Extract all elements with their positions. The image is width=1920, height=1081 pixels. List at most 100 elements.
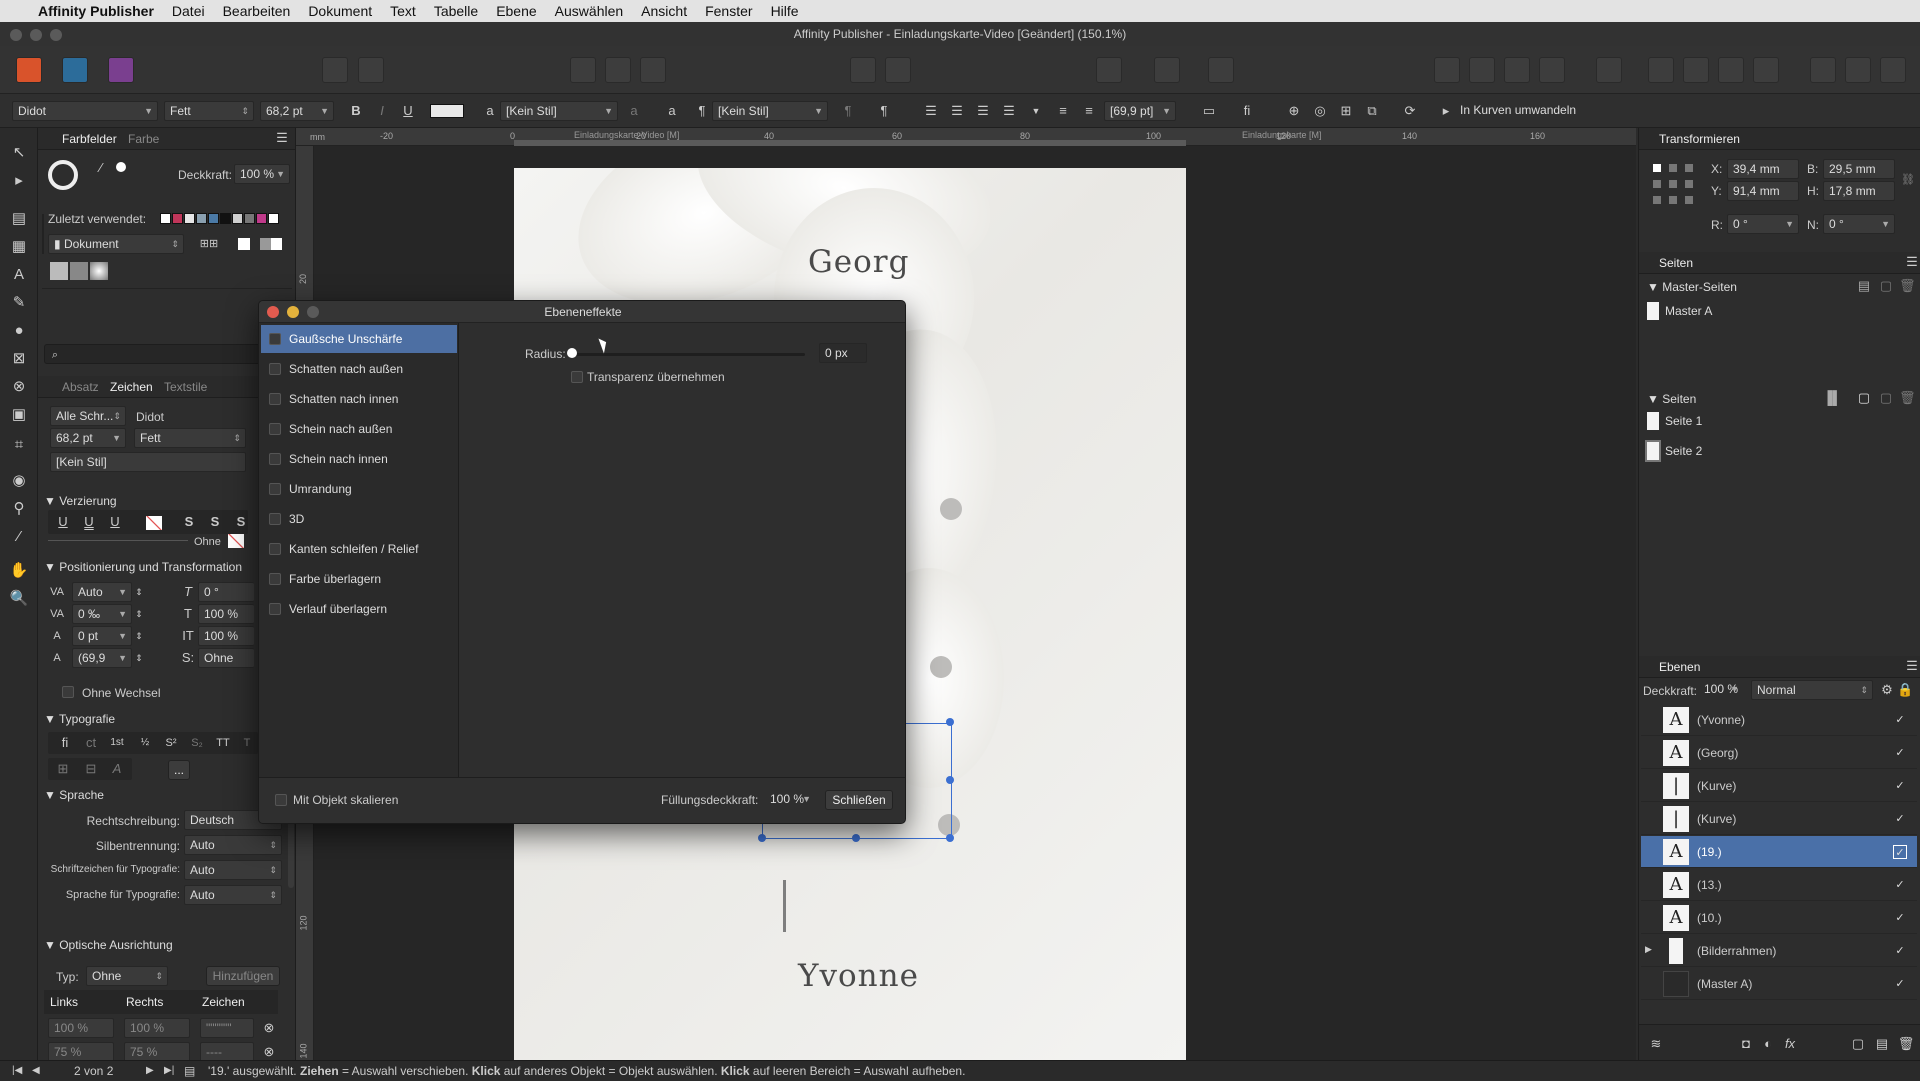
arrange-icon[interactable]: ⧉ xyxy=(1362,101,1382,121)
recent-swatch[interactable] xyxy=(220,213,231,224)
character-style-select[interactable]: [Kein Stil] ▼ xyxy=(500,101,618,121)
swap-colors-icon[interactable] xyxy=(260,238,282,250)
effect-item[interactable]: Farbe überlagern xyxy=(261,565,457,593)
radius-field[interactable]: 0 px xyxy=(819,343,867,363)
layers-panel-header[interactable]: Ebenen xyxy=(1639,656,1920,678)
menu-bearbeiten[interactable]: Bearbeiten xyxy=(214,3,300,19)
strikethrough-color-icon[interactable]: S xyxy=(232,512,250,532)
add-optical-button[interactable]: Hinzufügen xyxy=(206,966,280,986)
rotation-field[interactable]: 0 ° ▼ xyxy=(1727,214,1799,234)
tracking-field[interactable]: 0 ‰ ▼ xyxy=(72,604,132,624)
radius-slider-track[interactable] xyxy=(571,353,805,356)
effect-checkbox[interactable] xyxy=(269,603,281,615)
height-field[interactable]: 17,8 mm xyxy=(1823,181,1895,201)
document-tab-card[interactable]: Einladungskarte [M] xyxy=(1242,130,1322,140)
font-collection-select[interactable]: Alle Schr... ⇕ xyxy=(50,406,126,426)
recent-swatch[interactable] xyxy=(256,213,267,224)
vertical-scale-field[interactable]: 100 % xyxy=(198,604,254,624)
menu-tabelle[interactable]: Tabelle xyxy=(425,3,487,19)
minimize-window-icon[interactable] xyxy=(30,29,42,41)
effect-item[interactable]: Schatten nach außen xyxy=(261,355,457,383)
y-field[interactable]: 91,4 mm xyxy=(1727,181,1799,201)
layer-row[interactable]: | (Kurve) ✓ xyxy=(1641,770,1917,802)
visibility-checkbox[interactable]: ✓ xyxy=(1893,944,1907,958)
section-optische-ausrichtung[interactable]: ▼ Optische Ausrichtung xyxy=(44,938,173,952)
recent-swatch[interactable] xyxy=(208,213,219,224)
width-field[interactable]: 29,5 mm xyxy=(1823,159,1895,179)
superscript-icon[interactable]: 1st xyxy=(108,733,126,753)
text-frame-tool-icon[interactable]: ▤ xyxy=(8,208,30,230)
italic-icon[interactable]: I xyxy=(372,101,392,121)
menu-app[interactable]: Affinity Publisher xyxy=(29,3,163,19)
picture-frame-tool-icon[interactable]: ⊠ xyxy=(8,348,30,370)
dialog-titlebar[interactable]: Ebeneneffekte xyxy=(259,301,905,323)
boolean-add-icon[interactable] xyxy=(1810,57,1836,83)
baseline-field[interactable]: 0 pt ▼ xyxy=(72,626,132,646)
horizontal-ruler[interactable]: mm -20 0 20 40 60 80 100 120 140 160 xyxy=(296,128,1636,146)
effect-checkbox[interactable] xyxy=(269,543,281,555)
master-pages-section[interactable]: ▼ Master-Seiten xyxy=(1647,280,1737,294)
optical-left-field[interactable]: 75 % xyxy=(48,1042,114,1060)
tab-absatz[interactable]: Absatz xyxy=(62,380,99,394)
optical-chars-field[interactable]: ---- xyxy=(200,1042,254,1060)
text-frame-icon[interactable]: ▭ xyxy=(1200,101,1218,121)
rotate-right-icon[interactable] xyxy=(1753,57,1779,83)
shear-field[interactable]: 0 ° ▼ xyxy=(1823,214,1895,234)
color-picker-tool-icon[interactable]: ⁄ xyxy=(8,526,30,548)
delete-master-icon[interactable]: 🗑 xyxy=(1899,276,1916,296)
name-yvonne[interactable]: Yvonne xyxy=(798,958,919,994)
assistant-icon[interactable] xyxy=(358,57,384,83)
fill-tool-icon[interactable]: ◉ xyxy=(8,470,30,492)
effect-checkbox[interactable] xyxy=(269,453,281,465)
menu-text[interactable]: Text xyxy=(381,3,425,19)
lining-figures-icon[interactable]: ⊞ xyxy=(52,759,74,779)
align-center-icon[interactable]: ☰ xyxy=(948,101,966,121)
menu-ansicht[interactable]: Ansicht xyxy=(632,3,696,19)
ligature-icon[interactable]: ﬁ xyxy=(56,733,74,753)
numbered-list-icon[interactable]: ≡ xyxy=(1080,101,1098,121)
layer-row[interactable]: A (10.) ✓ xyxy=(1641,902,1917,934)
delete-page-icon[interactable]: 🗑 xyxy=(1899,388,1916,408)
swatch-light-gray[interactable] xyxy=(50,262,68,280)
layers-stack-icon[interactable]: ≋ xyxy=(1647,1034,1665,1054)
effect-item[interactable]: Schein nach innen xyxy=(261,445,457,473)
panel-menu-icon[interactable]: ☰ xyxy=(1905,656,1919,676)
arrange-forward-icon[interactable] xyxy=(1504,57,1530,83)
visibility-checkbox[interactable]: ✓ xyxy=(1893,878,1907,892)
align-icon[interactable] xyxy=(1596,57,1622,83)
optical-right-field[interactable]: 100 % xyxy=(124,1018,190,1038)
layer-row[interactable]: A (19.) ✓ xyxy=(1641,836,1917,868)
style-reset-icon[interactable]: a xyxy=(624,101,644,121)
scale-with-object-checkbox[interactable] xyxy=(275,794,287,806)
place-image-tool-icon[interactable]: ▣ xyxy=(8,404,30,426)
recent-swatch[interactable] xyxy=(184,213,195,224)
palette-select[interactable]: ▮ Dokument ⇕ xyxy=(48,234,184,254)
more-typography-button[interactable]: ... xyxy=(168,760,190,780)
mask-icon[interactable]: ◘ xyxy=(1737,1034,1755,1054)
font-size-field[interactable]: 68,2 pt ▼ xyxy=(50,428,126,448)
arrange-back-icon[interactable] xyxy=(1434,57,1460,83)
effect-checkbox[interactable] xyxy=(269,363,281,375)
first-page-icon[interactable]: |◀ xyxy=(12,1061,22,1081)
align-left-icon[interactable]: ☰ xyxy=(922,101,940,121)
stepper-icon[interactable]: ⇕ xyxy=(134,604,144,624)
page-thumbnail-selected[interactable] xyxy=(1645,440,1661,462)
swatch-gradient[interactable] xyxy=(90,262,108,280)
duplicate-master-icon[interactable]: ▢ xyxy=(1879,276,1893,296)
lock-icon[interactable]: 🔒 xyxy=(1897,680,1913,700)
oldstyle-figures-icon[interactable]: ⊟ xyxy=(80,759,102,779)
menu-auswaehlen[interactable]: Auswählen xyxy=(546,3,633,19)
superior-icon[interactable]: S² xyxy=(162,733,180,753)
menu-datei[interactable]: Datei xyxy=(163,3,214,19)
last-page-icon[interactable]: ▶| xyxy=(164,1061,174,1081)
layer-opacity-field[interactable]: 100 % ▼ xyxy=(1699,680,1743,700)
swatch-search-input[interactable]: ⌕ xyxy=(44,344,290,364)
tab-textstile[interactable]: Textstile xyxy=(164,380,207,394)
menu-dokument[interactable]: Dokument xyxy=(299,3,381,19)
visibility-checkbox[interactable]: ✓ xyxy=(1893,845,1907,859)
effect-item[interactable]: Verlauf überlagern xyxy=(261,595,457,623)
visibility-checkbox[interactable]: ✓ xyxy=(1893,713,1907,727)
underline-color-icon[interactable]: U xyxy=(106,512,124,532)
eyedropper-icon[interactable]: ⁄ xyxy=(94,158,108,178)
underline-icon[interactable]: U xyxy=(398,101,418,121)
